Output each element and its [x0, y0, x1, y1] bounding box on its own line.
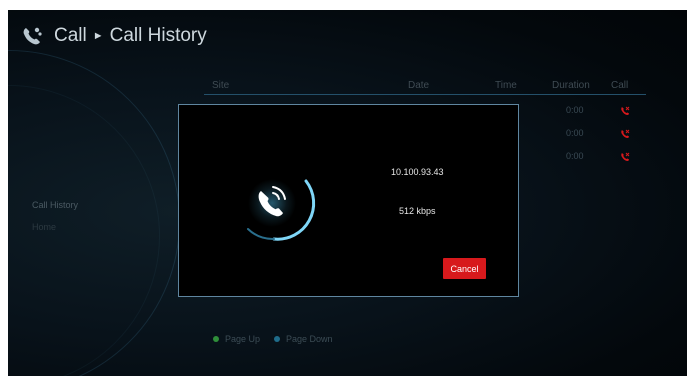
column-header-time[interactable]: Time — [495, 80, 517, 91]
call-rate: 512 kbps — [399, 206, 436, 216]
tv-screen: Call ► Call History Site Date Time Durat… — [8, 10, 687, 376]
green-dot-icon — [213, 336, 219, 342]
sidebar-item-call-history[interactable]: Call History — [32, 200, 78, 210]
row-2-duration: 0:00 — [566, 128, 584, 138]
calling-phone-icon — [247, 179, 316, 241]
row-3-duration: 0:00 — [566, 151, 584, 161]
header-divider — [204, 94, 646, 95]
sidebar-item-home[interactable]: Home — [32, 222, 56, 232]
cancel-button[interactable]: Cancel — [443, 258, 486, 279]
column-header-site[interactable]: Site — [212, 80, 229, 91]
column-header-call[interactable]: Call — [611, 80, 628, 91]
column-header-duration[interactable]: Duration — [552, 80, 590, 91]
page-up-hint[interactable]: Page Up — [225, 334, 260, 344]
page-down-hint[interactable]: Page Down — [286, 334, 333, 344]
missed-call-icon — [621, 129, 630, 139]
column-header-date[interactable]: Date — [408, 80, 429, 91]
remote-address: 10.100.93.43 — [391, 167, 444, 177]
calling-dialog: 10.100.93.43 512 kbps Cancel — [178, 104, 519, 297]
missed-call-icon — [621, 106, 630, 116]
missed-call-icon — [621, 152, 630, 162]
footer-hints: Page Up Page Down — [213, 334, 333, 344]
row-1-duration: 0:00 — [566, 105, 584, 115]
blue-dot-icon — [274, 336, 281, 342]
